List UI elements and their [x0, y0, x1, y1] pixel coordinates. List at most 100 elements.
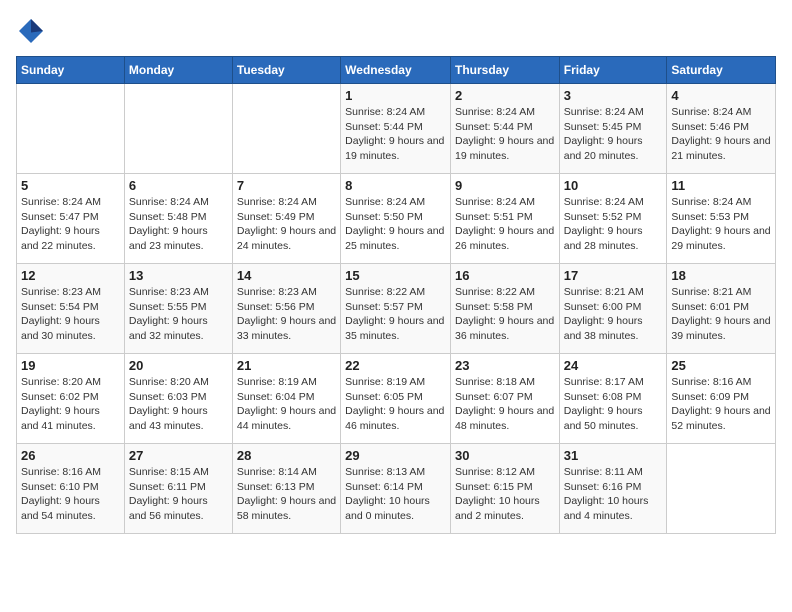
day-number: 23 — [455, 358, 555, 373]
sunset-text: Sunset: 6:16 PM — [564, 480, 663, 495]
sunrise-text: Sunrise: 8:24 AM — [671, 195, 771, 210]
day-number: 14 — [237, 268, 336, 283]
weekday-header-saturday: Saturday — [667, 57, 776, 84]
sunrise-text: Sunrise: 8:24 AM — [21, 195, 120, 210]
day-info: Sunrise: 8:24 AMSunset: 5:48 PMDaylight:… — [129, 195, 228, 254]
daylight-text: Daylight: 9 hours and 41 minutes. — [21, 404, 120, 433]
day-info: Sunrise: 8:12 AMSunset: 6:15 PMDaylight:… — [455, 465, 555, 524]
sunrise-text: Sunrise: 8:14 AM — [237, 465, 336, 480]
sunset-text: Sunset: 6:01 PM — [671, 300, 771, 315]
calendar-cell: 10Sunrise: 8:24 AMSunset: 5:52 PMDayligh… — [559, 174, 667, 264]
daylight-text: Daylight: 9 hours and 58 minutes. — [237, 494, 336, 523]
day-number: 21 — [237, 358, 336, 373]
day-info: Sunrise: 8:20 AMSunset: 6:03 PMDaylight:… — [129, 375, 228, 434]
daylight-text: Daylight: 9 hours and 30 minutes. — [21, 314, 120, 343]
daylight-text: Daylight: 10 hours and 4 minutes. — [564, 494, 663, 523]
daylight-text: Daylight: 10 hours and 0 minutes. — [345, 494, 446, 523]
weekday-header-tuesday: Tuesday — [232, 57, 340, 84]
daylight-text: Daylight: 9 hours and 26 minutes. — [455, 224, 555, 253]
day-info: Sunrise: 8:16 AMSunset: 6:09 PMDaylight:… — [671, 375, 771, 434]
calendar-week-row: 26 Sunrise: 8:16 AMSunset: 6:10 PMDayligh… — [17, 444, 776, 534]
sunset-text: Sunset: 5:58 PM — [455, 300, 555, 315]
sunrise-text: Sunrise: 8:19 AM — [237, 375, 336, 390]
sunrise-text: Sunrise: 8:17 AM — [564, 375, 663, 390]
calendar-cell: 28Sunrise: 8:14 AMSunset: 6:13 PMDayligh… — [232, 444, 340, 534]
calendar-cell: 29Sunrise: 8:13 AMSunset: 6:14 PMDayligh… — [341, 444, 451, 534]
calendar-cell — [124, 84, 232, 174]
sunrise-text: Sunrise: 8:23 AM — [237, 285, 336, 300]
calendar-cell: 20 Sunrise: 8:20 AMSunset: 6:03 PMDayligh… — [124, 354, 232, 444]
calendar-cell: 17Sunrise: 8:21 AMSunset: 6:00 PMDayligh… — [559, 264, 667, 354]
sunrise-text: Sunrise: 8:22 AM — [345, 285, 446, 300]
day-info: Sunrise: 8:24 AMSunset: 5:53 PMDaylight:… — [671, 195, 771, 254]
day-info: Sunrise: 8:19 AMSunset: 6:04 PMDaylight:… — [237, 375, 336, 434]
calendar-cell: 15 Sunrise: 8:22 AMSunset: 5:57 PMDayligh… — [341, 264, 451, 354]
logo-icon — [16, 16, 46, 46]
day-number: 18 — [671, 268, 771, 283]
sunset-text: Sunset: 5:44 PM — [455, 120, 555, 135]
daylight-text: Daylight: 9 hours and 35 minutes. — [345, 314, 446, 343]
sunset-text: Sunset: 6:07 PM — [455, 390, 555, 405]
sunrise-text: Sunrise: 8:18 AM — [455, 375, 555, 390]
day-info: Sunrise: 8:16 AMSunset: 6:10 PMDaylight:… — [21, 465, 120, 524]
day-info: Sunrise: 8:24 AMSunset: 5:47 PMDaylight:… — [21, 195, 120, 254]
calendar-cell: 8Sunrise: 8:24 AMSunset: 5:50 PMDaylight… — [341, 174, 451, 264]
calendar-cell: 4Sunrise: 8:24 AMSunset: 5:46 PMDaylight… — [667, 84, 776, 174]
sunset-text: Sunset: 5:44 PM — [345, 120, 446, 135]
day-number: 17 — [564, 268, 663, 283]
calendar-cell: 1Sunrise: 8:24 AMSunset: 5:44 PMDaylight… — [341, 84, 451, 174]
sunrise-text: Sunrise: 8:16 AM — [21, 465, 120, 480]
day-number: 20 — [129, 358, 228, 373]
daylight-text: Daylight: 9 hours and 56 minutes. — [129, 494, 228, 523]
day-number: 30 — [455, 448, 555, 463]
day-number: 15 — [345, 268, 446, 283]
weekday-header-friday: Friday — [559, 57, 667, 84]
sunrise-text: Sunrise: 8:24 AM — [455, 195, 555, 210]
calendar-cell — [17, 84, 125, 174]
day-number: 26 — [21, 448, 120, 463]
sunset-text: Sunset: 5:46 PM — [671, 120, 771, 135]
daylight-text: Daylight: 9 hours and 22 minutes. — [21, 224, 120, 253]
daylight-text: Daylight: 9 hours and 20 minutes. — [564, 134, 663, 163]
sunset-text: Sunset: 6:08 PM — [564, 390, 663, 405]
daylight-text: Daylight: 9 hours and 50 minutes. — [564, 404, 663, 433]
calendar-week-row: 19Sunrise: 8:20 AMSunset: 6:02 PMDayligh… — [17, 354, 776, 444]
sunrise-text: Sunrise: 8:24 AM — [345, 105, 446, 120]
calendar-cell: 23 Sunrise: 8:18 AMSunset: 6:07 PMDayligh… — [450, 354, 559, 444]
calendar-cell: 13Sunrise: 8:23 AMSunset: 5:55 PMDayligh… — [124, 264, 232, 354]
calendar-cell: 7Sunrise: 8:24 AMSunset: 5:49 PMDaylight… — [232, 174, 340, 264]
day-number: 4 — [671, 88, 771, 103]
sunset-text: Sunset: 6:09 PM — [671, 390, 771, 405]
logo — [16, 16, 50, 46]
sunset-text: Sunset: 6:02 PM — [21, 390, 120, 405]
sunrise-text: Sunrise: 8:13 AM — [345, 465, 446, 480]
day-info: Sunrise: 8:22 AMSunset: 5:58 PMDaylight:… — [455, 285, 555, 344]
day-number: 16 — [455, 268, 555, 283]
calendar-cell: 11Sunrise: 8:24 AMSunset: 5:53 PMDayligh… — [667, 174, 776, 264]
sunrise-text: Sunrise: 8:24 AM — [564, 195, 663, 210]
sunset-text: Sunset: 6:11 PM — [129, 480, 228, 495]
day-info: Sunrise: 8:24 AMSunset: 5:51 PMDaylight:… — [455, 195, 555, 254]
day-info: Sunrise: 8:18 AMSunset: 6:07 PMDaylight:… — [455, 375, 555, 434]
daylight-text: Daylight: 9 hours and 23 minutes. — [129, 224, 228, 253]
day-number: 5 — [21, 178, 120, 193]
sunrise-text: Sunrise: 8:19 AM — [345, 375, 446, 390]
sunset-text: Sunset: 5:57 PM — [345, 300, 446, 315]
sunrise-text: Sunrise: 8:24 AM — [345, 195, 446, 210]
calendar-cell: 5 Sunrise: 8:24 AMSunset: 5:47 PMDaylight… — [17, 174, 125, 264]
calendar-table: SundayMondayTuesdayWednesdayThursdayFrid… — [16, 56, 776, 534]
sunset-text: Sunset: 5:47 PM — [21, 210, 120, 225]
sunrise-text: Sunrise: 8:12 AM — [455, 465, 555, 480]
day-number: 27 — [129, 448, 228, 463]
sunrise-text: Sunrise: 8:16 AM — [671, 375, 771, 390]
day-number: 1 — [345, 88, 446, 103]
day-info: Sunrise: 8:14 AMSunset: 6:13 PMDaylight:… — [237, 465, 336, 524]
sunrise-text: Sunrise: 8:20 AM — [21, 375, 120, 390]
day-number: 8 — [345, 178, 446, 193]
calendar-cell: 6Sunrise: 8:24 AMSunset: 5:48 PMDaylight… — [124, 174, 232, 264]
sunset-text: Sunset: 6:00 PM — [564, 300, 663, 315]
calendar-cell: 19Sunrise: 8:20 AMSunset: 6:02 PMDayligh… — [17, 354, 125, 444]
sunset-text: Sunset: 5:56 PM — [237, 300, 336, 315]
day-number: 24 — [564, 358, 663, 373]
sunset-text: Sunset: 5:55 PM — [129, 300, 228, 315]
